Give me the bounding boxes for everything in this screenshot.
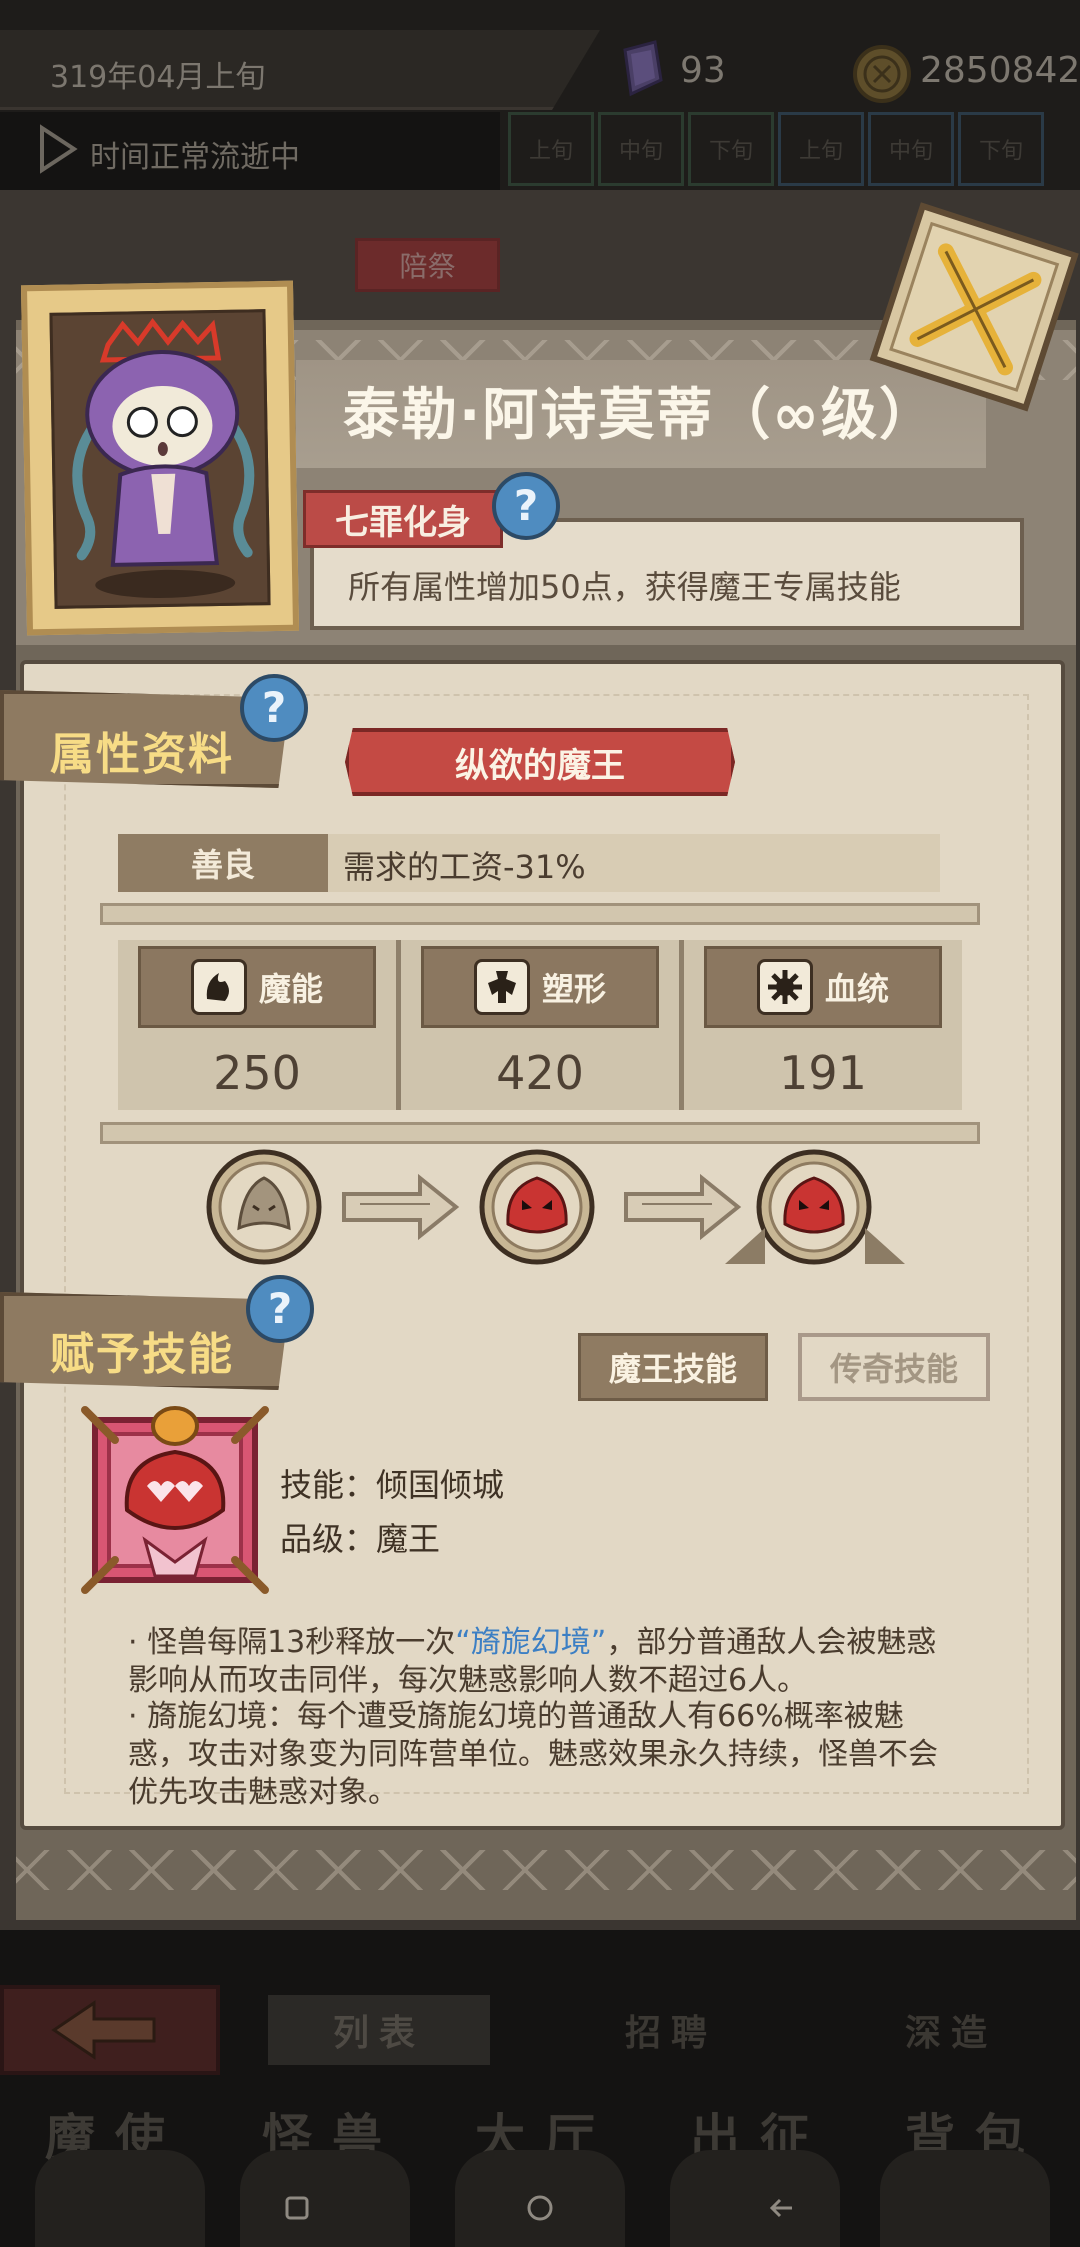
charm-skill-icon bbox=[81, 1406, 269, 1594]
skill-name: 倾国倾城 bbox=[376, 1466, 505, 1504]
trait-help-button[interactable]: ? bbox=[490, 470, 562, 542]
timeline-cell: 中旬 bbox=[598, 112, 684, 186]
stat-header: 塑形 bbox=[421, 946, 659, 1028]
stat-body-shape: 塑形 420 bbox=[401, 940, 679, 1110]
stats-rail-top bbox=[100, 903, 980, 925]
character-sprite bbox=[72, 317, 255, 598]
skill-grade-row: 品级：魔王 bbox=[280, 1514, 440, 1560]
alignment-effect: 需求的工资-31% bbox=[343, 848, 586, 886]
body-shape-icon bbox=[473, 959, 530, 1015]
tab-list[interactable]: 列表 bbox=[268, 1995, 490, 2065]
skill-desc-text: · 怪兽每隔13秒释放一次 bbox=[128, 1625, 456, 1660]
stats-rail-bottom bbox=[100, 1122, 980, 1144]
time-status: 时间正常流逝中 bbox=[90, 140, 300, 175]
home-icon[interactable] bbox=[518, 2186, 562, 2230]
stat-name: 魔能 bbox=[258, 970, 323, 1008]
coin-icon bbox=[853, 45, 911, 103]
evolution-stage-mid-icon bbox=[479, 1149, 595, 1265]
stat-bloodline: 血统 191 bbox=[684, 940, 962, 1110]
tab-demon-king-skill[interactable]: 魔王技能 bbox=[578, 1333, 768, 1401]
arrow-left-icon bbox=[51, 2000, 156, 2060]
timeline-cell: 中旬 bbox=[868, 112, 954, 186]
skills-help-button[interactable]: ? bbox=[244, 1273, 316, 1345]
coin-count: 2850842 bbox=[920, 50, 1080, 91]
back-button[interactable] bbox=[0, 1985, 220, 2075]
timeline-cell: 下旬 bbox=[688, 112, 774, 186]
stat-name: 塑形 bbox=[541, 970, 606, 1008]
magic-power-icon bbox=[190, 959, 247, 1015]
stat-header: 血统 bbox=[704, 946, 942, 1028]
nav-expedition[interactable] bbox=[670, 2150, 840, 2247]
stat-header: 魔能 bbox=[138, 946, 376, 1028]
game-date: 319年04月上旬 bbox=[50, 60, 266, 95]
character-portrait bbox=[49, 309, 271, 609]
skill-name-row: 技能：倾国倾城 bbox=[280, 1460, 504, 1506]
nav-monster[interactable] bbox=[240, 2150, 410, 2247]
arrow-right-icon bbox=[342, 1173, 460, 1241]
timeline-cell: 下旬 bbox=[958, 112, 1044, 186]
nav-bag[interactable] bbox=[880, 2150, 1050, 2247]
bloodline-icon bbox=[756, 959, 813, 1015]
trait-name: 七罪化身 bbox=[303, 490, 503, 548]
attributes-help-button[interactable]: ? bbox=[238, 672, 310, 744]
skill-description-2: · 旖旎幻境：每个遭受旖旎幻境的普通敌人有66%概率被魅惑，攻击对象变为同阵营单… bbox=[128, 1699, 938, 1810]
skills-section-title: 赋予技能 bbox=[50, 1329, 234, 1380]
class-title-banner: 纵欲的魔王 bbox=[345, 728, 735, 796]
evolution-stage-base-icon bbox=[206, 1149, 322, 1265]
character-name: 泰勒·阿诗莫蒂（∞级） bbox=[343, 383, 937, 448]
alignment-tag: 善良 bbox=[118, 834, 328, 892]
timeline-cell: 上旬 bbox=[778, 112, 864, 186]
system-back-icon[interactable] bbox=[760, 2186, 804, 2230]
question-icon: ? bbox=[262, 683, 286, 732]
skill-desc-highlight: “旖旎幻境” bbox=[455, 1625, 607, 1660]
timeline-cell: 上旬 bbox=[508, 112, 594, 186]
gem-count: 93 bbox=[680, 50, 726, 91]
skill-name-label: 技能： bbox=[280, 1466, 377, 1504]
nav-envoy[interactable] bbox=[35, 2150, 205, 2247]
final-stage-wings-icon bbox=[725, 1228, 905, 1264]
recent-apps-icon[interactable] bbox=[275, 2186, 319, 2230]
decorative-pattern bbox=[16, 1850, 1076, 1890]
timeline: 上旬 中旬 下旬 上旬 中旬 下旬 bbox=[500, 108, 1080, 190]
gem-icon bbox=[623, 40, 663, 97]
tab-legendary-skill[interactable]: 传奇技能 bbox=[798, 1333, 990, 1401]
stat-name: 血统 bbox=[824, 970, 889, 1008]
stat-value: 191 bbox=[779, 1046, 867, 1100]
tab-training[interactable]: 深造 bbox=[840, 1995, 1062, 2065]
tab-recruit[interactable]: 招聘 bbox=[560, 1995, 782, 2065]
portrait-frame bbox=[20, 280, 300, 636]
skill-grade: 魔王 bbox=[376, 1520, 441, 1558]
arrow-right-icon bbox=[624, 1173, 742, 1241]
skill-grade-label: 品级： bbox=[280, 1520, 377, 1558]
question-icon: ? bbox=[268, 1284, 292, 1333]
stat-magic-power: 魔能 250 bbox=[118, 940, 396, 1110]
background-tab: 陪祭 bbox=[355, 238, 500, 292]
trait-description: 所有属性增加50点，获得魔王专属技能 bbox=[348, 568, 901, 606]
stat-value: 250 bbox=[213, 1046, 301, 1100]
play-icon[interactable] bbox=[38, 124, 78, 174]
stat-value: 420 bbox=[496, 1046, 584, 1100]
skill-description-1: · 怪兽每隔13秒释放一次“旖旎幻境”，部分普通敌人会被魅惑影响从而攻击同伴，每… bbox=[128, 1624, 958, 1700]
question-icon: ? bbox=[514, 481, 538, 530]
attributes-section-title: 属性资料 bbox=[50, 729, 234, 780]
